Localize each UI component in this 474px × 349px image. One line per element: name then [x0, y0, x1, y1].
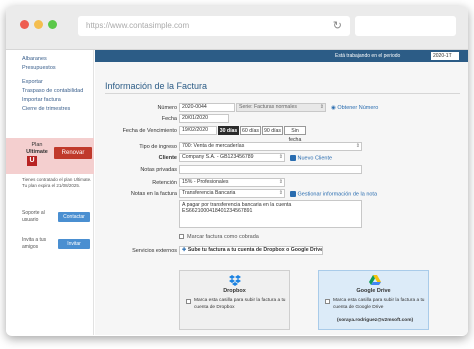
servicios-info: ✚ Sube tu factura a tu cuenta de Dropbox… [179, 246, 323, 255]
reload-icon[interactable]: ↻ [333, 16, 342, 36]
gdrive-email: (soraya.rodriguez@v2msoft.com) [336, 318, 414, 323]
venc-option-30[interactable]: 30 días [218, 126, 239, 135]
fecha-value: 20/01/2020 [182, 115, 208, 121]
plus-icon: ✚ [182, 247, 187, 253]
dropbox-title: Dropbox [223, 288, 246, 294]
dropbox-icon [229, 275, 241, 286]
notas-factura-value: Transferencia Bancaria [182, 190, 236, 196]
vencimiento-input[interactable]: 19/02/2020 [179, 126, 217, 135]
sidebar-item-importar[interactable]: Importar factura [22, 97, 61, 103]
notas-factura-textarea[interactable]: A pagar por transferencia bancaria en la… [179, 200, 362, 228]
venc-option-90[interactable]: 90 días [262, 126, 283, 135]
gdrive-title: Google Drive [356, 288, 391, 294]
tipo-ingreso-value: 700: Venta de mercaderías [182, 143, 245, 149]
browser-window: https://www.contasimple.com ↻ Albaranes … [6, 6, 468, 336]
servicios-label: Servicios externos [132, 248, 177, 254]
cliente-select[interactable]: Company S.A. - GB123456789 ⇕ [179, 153, 285, 162]
select-arrows-icon: ⇕ [278, 154, 283, 160]
page-title: Información de la Factura [105, 81, 208, 91]
fecha-label: Fecha [161, 116, 177, 122]
dropbox-text: Marca esta casilla para subir la factura… [194, 298, 286, 310]
sidebar-item-cierre[interactable]: Cierre de trimestres [22, 106, 70, 112]
tipo-ingreso-select[interactable]: 700: Venta de mercaderías ⇕ [179, 142, 362, 151]
invite-text: Invita a tus amigos [22, 237, 47, 250]
sidebar-item-presupuestos[interactable]: Presupuestos [22, 65, 56, 71]
title-divider [105, 93, 460, 94]
maximize-window-dot[interactable] [48, 20, 57, 29]
notas-factura-label: Notas en la factura [130, 191, 177, 197]
plan-name: Ultimate [26, 149, 48, 155]
plan-label: Plan [31, 142, 43, 148]
nuevo-cliente-link[interactable]: Nuevo Cliente [290, 155, 332, 161]
main-content: Está trabajando en el periodo 2020-1T In… [95, 50, 468, 335]
gestionar-nota-label: Gestionar información de la nota [297, 191, 378, 198]
ultimate-plan-icon: U [27, 156, 37, 166]
gdrive-card[interactable]: Google Drive Marca esta casilla para sub… [318, 270, 429, 330]
serie-select[interactable]: Serie: Facturas normales ⇕ [236, 103, 326, 112]
support-text: Soporte al usuario [22, 210, 45, 223]
vencimiento-label: Fecha de Vencimiento [122, 128, 177, 134]
fecha-input[interactable]: 20/01/2020 [179, 114, 229, 123]
manage-note-icon [290, 191, 296, 197]
browser-search-bar[interactable] [355, 16, 456, 36]
notas-factura-select[interactable]: Transferencia Bancaria ⇕ [179, 189, 285, 198]
retencion-value: 15% - Profesionales [182, 179, 229, 185]
period-bar: Está trabajando en el periodo 2020-1T [95, 50, 468, 62]
servicios-text: Sube tu factura a tu cuenta de Dropbox o… [187, 247, 323, 253]
venc-option-60[interactable]: 60 días [240, 126, 261, 135]
plan-note: Tienes contratado el plan Ultimate. Tu p… [22, 177, 92, 188]
sidebar-item-albaranes[interactable]: Albaranes [22, 56, 47, 62]
renovar-button[interactable]: Renovar [54, 147, 92, 159]
obtener-numero-label: Obtener Número [337, 105, 379, 111]
retencion-select[interactable]: 15% - Profesionales ⇕ [179, 178, 285, 187]
venc-option-sin-fecha[interactable]: Sin fecha [284, 126, 306, 143]
notas-factura-text: A pagar por transferencia bancaria en la… [182, 202, 292, 214]
select-arrows-icon: ⇕ [278, 179, 283, 185]
invitar-button[interactable]: Invitar [58, 239, 90, 249]
address-text: https://www.contasimple.com [86, 21, 190, 30]
invitar-label: Invitar [67, 241, 81, 247]
address-bar[interactable]: https://www.contasimple.com ↻ [78, 16, 350, 36]
contactar-label: Contactar [63, 214, 85, 220]
select-arrows-icon: ⇕ [319, 104, 324, 110]
dropbox-checkbox[interactable] [186, 299, 191, 304]
select-arrows-icon: ⇕ [278, 190, 283, 196]
numero-input[interactable]: 2020-0044 [179, 103, 235, 112]
cobrada-checkbox[interactable] [179, 234, 184, 239]
serie-value: Serie: Facturas normales [239, 104, 297, 110]
notas-privadas-label: Notas privadas [140, 167, 177, 173]
add-client-icon [290, 155, 296, 161]
browser-toolbar: https://www.contasimple.com ↻ [6, 6, 468, 50]
sidebar: Albaranes Presupuestos Exportar Traspaso… [6, 50, 94, 335]
period-select[interactable]: 2020-1T [431, 52, 459, 60]
cliente-value: Company S.A. - GB123456789 [182, 154, 254, 160]
select-arrows-icon: ⇕ [355, 143, 360, 149]
plan-box: Plan Ultimate U Renovar [6, 138, 94, 174]
gdrive-checkbox[interactable] [325, 299, 330, 304]
app-page: Albaranes Presupuestos Exportar Traspaso… [6, 50, 468, 336]
cliente-label: Cliente [158, 155, 177, 161]
minimize-window-dot[interactable] [34, 20, 43, 29]
nuevo-cliente-label: Nuevo Cliente [297, 155, 333, 162]
close-window-dot[interactable] [20, 20, 29, 29]
obtener-numero-link[interactable]: ◉ Obtener Número [331, 105, 378, 111]
retencion-label: Retención [152, 180, 177, 186]
numero-value: 2020-0044 [182, 104, 207, 110]
contactar-button[interactable]: Contactar [58, 212, 90, 222]
gestionar-nota-link[interactable]: Gestionar información de la nota [290, 191, 377, 197]
google-drive-icon [369, 275, 381, 285]
dropbox-card[interactable]: Dropbox Marca esta casilla para subir la… [179, 270, 290, 330]
period-text: Está trabajando en el periodo [335, 53, 401, 59]
tipo-ingreso-label: Tipo de ingreso [139, 144, 177, 150]
sidebar-item-traspaso[interactable]: Traspaso de contabilidad [22, 88, 83, 94]
notas-privadas-input[interactable] [179, 165, 362, 174]
sidebar-item-exportar[interactable]: Exportar [22, 79, 43, 85]
vencimiento-value: 19/02/2020 [182, 127, 208, 133]
numero-label: Número [157, 105, 177, 111]
cobrada-label: Marcar factura como cobrada [187, 234, 259, 240]
gdrive-text: Marca esta casilla para subir la factura… [333, 298, 425, 310]
